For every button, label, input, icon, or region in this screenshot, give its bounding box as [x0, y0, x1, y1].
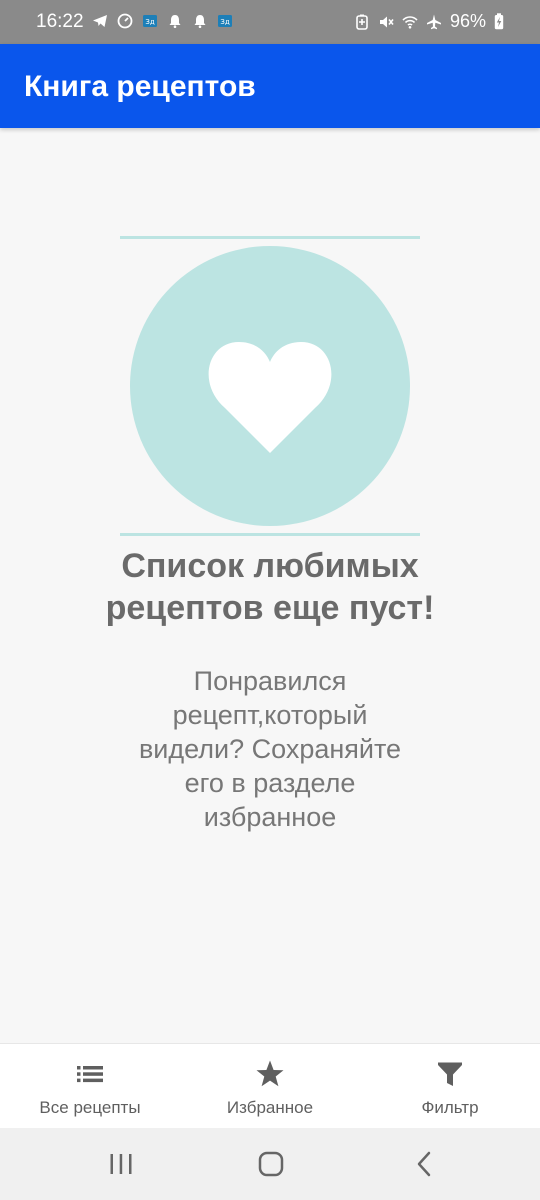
nav-label-filter: Фильтр [421, 1098, 479, 1117]
star-icon [256, 1060, 284, 1087]
wifi-icon [402, 15, 418, 29]
battery-saver-icon [356, 14, 368, 30]
bell-icon [169, 15, 181, 28]
back-icon[interactable] [403, 1148, 443, 1180]
notification-app-icon: Зд [143, 15, 157, 27]
status-left-icons: Зд Зд [92, 13, 233, 29]
page-title: Книга рецептов [24, 70, 256, 103]
status-right-icons: 96% [354, 11, 504, 32]
nav-label-favorites: Избранное [226, 1098, 314, 1117]
system-navigation-bar [0, 1128, 540, 1200]
speedometer-icon [117, 13, 133, 29]
battery-charging-icon [494, 13, 504, 30]
empty-state-title: Список любимых рецептов еще пуст! [105, 547, 435, 627]
empty-state-description: Понравился рецепт,который видели? Сохран… [138, 666, 402, 832]
nav-label-all-recipes: Все рецепты [39, 1098, 141, 1117]
filter-icon [438, 1062, 462, 1086]
status-time: 16:22 [36, 11, 84, 32]
mute-icon [379, 16, 394, 27]
svg-text:Зд: Зд [220, 18, 229, 26]
airplane-icon [426, 14, 441, 29]
nav-favorites[interactable]: Избранное [180, 1044, 360, 1129]
list-icon [77, 1066, 103, 1083]
battery-percent: 96% [449, 11, 486, 31]
nav-filter[interactable]: Фильтр [360, 1044, 540, 1129]
bell-icon [194, 15, 206, 28]
status-bar: 16:22 Зд Зд 96% [0, 0, 540, 44]
home-icon[interactable] [251, 1148, 291, 1180]
telegram-icon [93, 15, 107, 27]
notification-app-icon: Зд [218, 15, 232, 27]
empty-favorites-illustration [120, 236, 420, 536]
bottom-navigation: Все рецепты Избранное Фильтр [0, 1043, 540, 1129]
svg-text:Зд: Зд [145, 18, 154, 26]
nav-all-recipes[interactable]: Все рецепты [0, 1044, 180, 1129]
app-bar: Книга рецептов [0, 44, 540, 128]
recent-apps-icon[interactable] [101, 1148, 141, 1180]
